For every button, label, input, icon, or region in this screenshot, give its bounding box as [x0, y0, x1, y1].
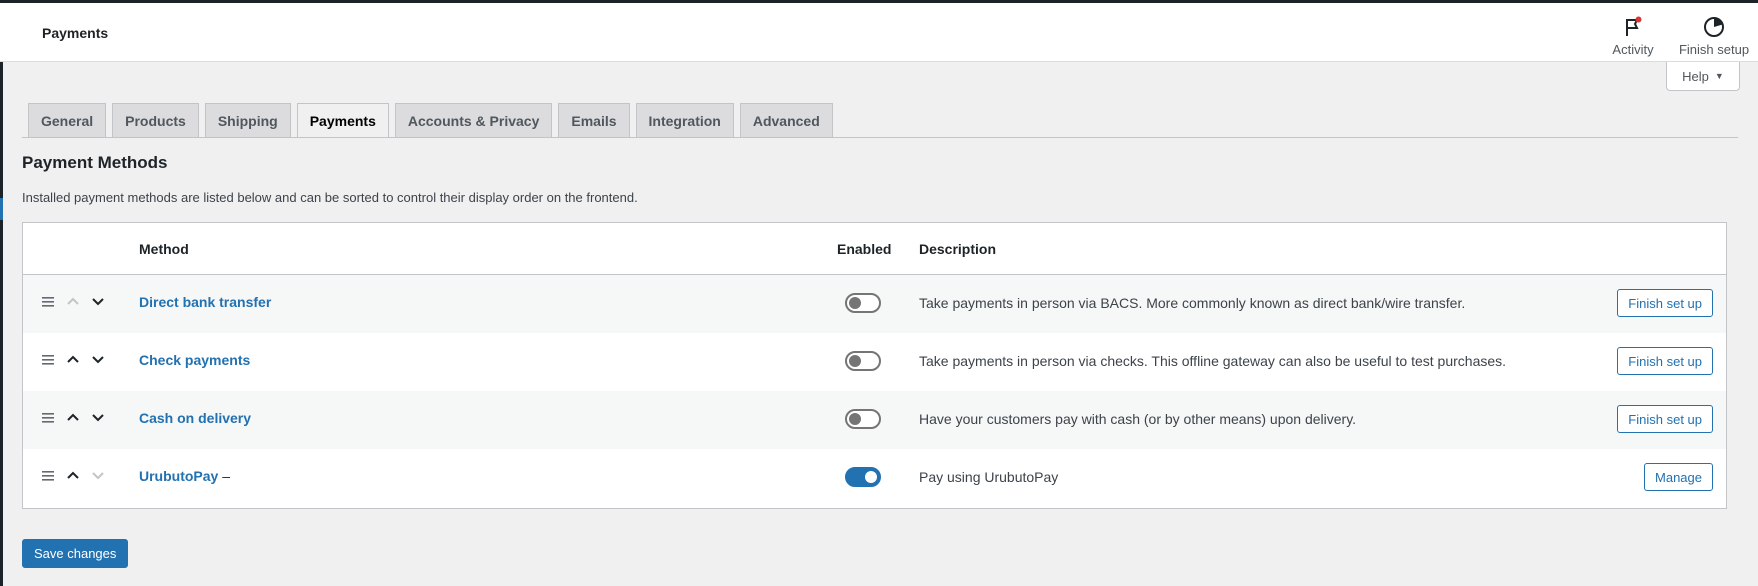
- move-down-icon[interactable]: [91, 294, 105, 308]
- tab-emails[interactable]: Emails: [558, 103, 630, 137]
- table-row: Cash on delivery Have your customers pay…: [23, 391, 1726, 449]
- toggle-knob: [849, 413, 861, 425]
- tab-advanced[interactable]: Advanced: [739, 103, 833, 137]
- method-description: Take payments in person via checks. This…: [919, 353, 1507, 369]
- page-title: Payments: [42, 25, 109, 41]
- method-description: Pay using UrubutoPay: [919, 469, 1059, 485]
- method-link-urubutopay[interactable]: UrubutoPay –: [139, 468, 230, 484]
- top-header: Payments Activity Finish setup: [0, 0, 1758, 62]
- activity-label: Activity: [1612, 42, 1654, 57]
- enabled-toggle[interactable]: [845, 293, 881, 313]
- method-suffix: –: [218, 468, 231, 484]
- move-up-icon[interactable]: [66, 410, 80, 424]
- move-down-icon[interactable]: [91, 352, 105, 366]
- finish-setup-button[interactable]: Finish setup: [1676, 15, 1752, 57]
- finish-set-up-button[interactable]: Finish set up: [1617, 405, 1713, 433]
- tabs-divider: [22, 137, 1738, 138]
- method-name: UrubutoPay: [139, 468, 219, 484]
- enabled-toggle[interactable]: [845, 351, 881, 371]
- admin-menu-indicator: [0, 198, 3, 220]
- drag-handle-icon[interactable]: [41, 296, 55, 308]
- method-description: Have your customers pay with cash (or by…: [919, 411, 1357, 427]
- flag-icon: [1626, 16, 1642, 36]
- caret-down-icon: ▼: [1714, 71, 1724, 81]
- method-name: Cash on delivery: [139, 410, 252, 426]
- method-link-check-payments[interactable]: Check payments: [139, 352, 250, 368]
- method-description: Take payments in person via BACS. More c…: [919, 295, 1466, 311]
- column-method: Method: [139, 241, 189, 257]
- settings-tabs: General Products Shipping Payments Accou…: [28, 103, 833, 138]
- section-description: Installed payment methods are listed bel…: [22, 190, 638, 205]
- drag-handle-icon[interactable]: [41, 412, 55, 424]
- tab-shipping[interactable]: Shipping: [204, 103, 291, 137]
- drag-handle-icon[interactable]: [41, 470, 55, 482]
- activity-button[interactable]: Activity: [1608, 15, 1658, 57]
- tab-general[interactable]: General: [28, 103, 107, 137]
- progress-circle-icon: [1704, 17, 1724, 37]
- finish-setup-label: Finish setup: [1678, 42, 1750, 57]
- help-label: Help: [1682, 68, 1709, 84]
- table-row: Direct bank transfer Take payments in pe…: [23, 275, 1726, 333]
- method-link-cash-on-delivery[interactable]: Cash on delivery: [139, 410, 251, 426]
- column-description: Description: [919, 241, 997, 257]
- method-name: Check payments: [139, 352, 251, 368]
- move-down-icon[interactable]: [91, 410, 105, 424]
- method-name: Direct bank transfer: [139, 294, 272, 310]
- tab-accounts-privacy[interactable]: Accounts & Privacy: [394, 103, 553, 137]
- move-down-icon: [92, 472, 104, 480]
- admin-menu-edge: [0, 0, 3, 586]
- tab-payments[interactable]: Payments: [296, 103, 389, 138]
- move-up-icon[interactable]: [66, 468, 80, 482]
- manage-button[interactable]: Manage: [1644, 463, 1713, 491]
- method-link-direct-bank-transfer[interactable]: Direct bank transfer: [139, 294, 271, 310]
- enabled-toggle[interactable]: [845, 467, 881, 487]
- table-row: UrubutoPay – Pay using UrubutoPay Manage: [23, 449, 1726, 507]
- move-up-icon[interactable]: [66, 352, 80, 366]
- tab-integration[interactable]: Integration: [635, 103, 734, 137]
- finish-set-up-button[interactable]: Finish set up: [1617, 289, 1713, 317]
- tab-products[interactable]: Products: [112, 103, 199, 137]
- toggle-knob: [849, 297, 861, 309]
- move-up-icon: [67, 297, 79, 305]
- column-enabled: Enabled: [837, 241, 892, 257]
- toggle-knob: [865, 471, 877, 483]
- help-button[interactable]: Help ▼: [1666, 62, 1740, 91]
- finish-set-up-button[interactable]: Finish set up: [1617, 347, 1713, 375]
- payment-methods-table: Method Enabled Description Direct bank t…: [22, 222, 1727, 509]
- table-header: Method Enabled Description: [23, 223, 1726, 275]
- toggle-knob: [849, 355, 861, 367]
- save-changes-button[interactable]: Save changes: [22, 539, 129, 568]
- enabled-toggle[interactable]: [845, 409, 881, 429]
- section-title: Payment Methods: [22, 153, 168, 172]
- table-row: Check payments Take payments in person v…: [23, 333, 1726, 391]
- drag-handle-icon[interactable]: [41, 354, 55, 366]
